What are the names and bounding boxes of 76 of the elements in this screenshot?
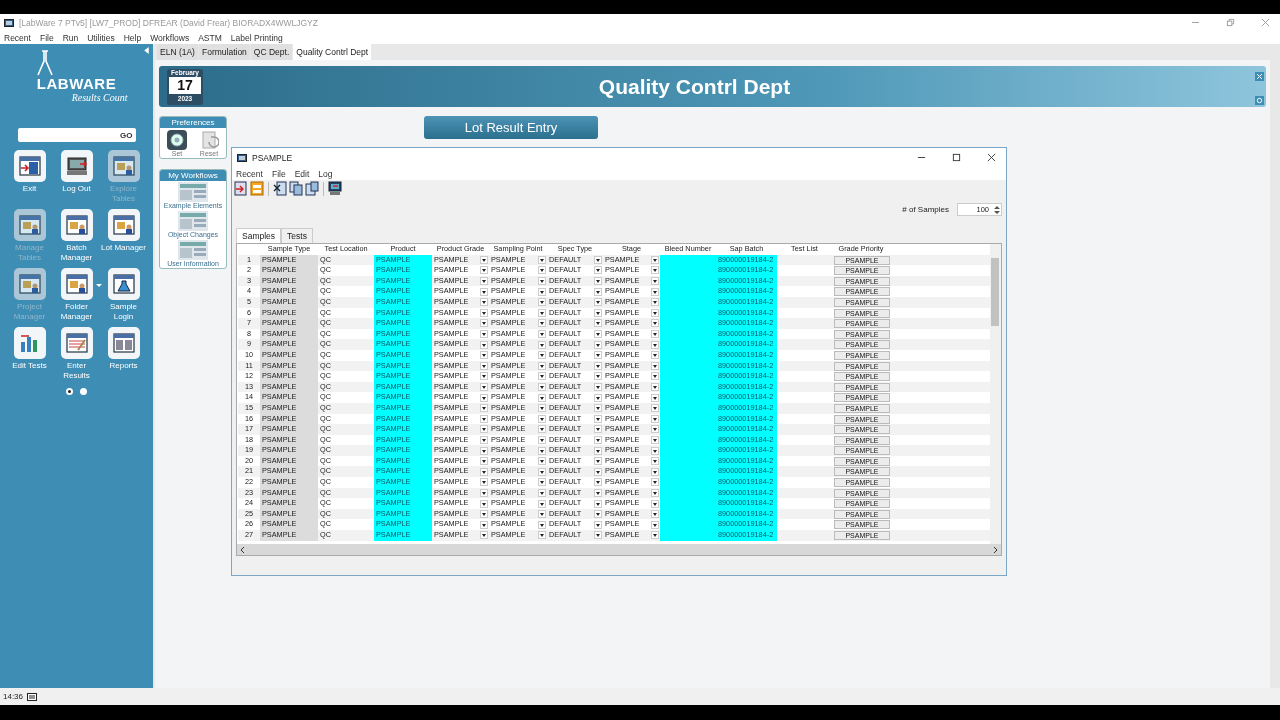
page-dot[interactable] — [80, 388, 87, 395]
tab[interactable]: Formulation — [198, 44, 250, 60]
panel-title: My Workflows — [160, 170, 226, 181]
computer-icon[interactable] — [328, 181, 342, 196]
window-icon — [16, 271, 43, 297]
launcher-button[interactable]: Sample Login — [100, 268, 147, 323]
menu-item[interactable]: Edit — [294, 168, 310, 179]
document-icon — [199, 130, 219, 150]
logo-title: LABWARE — [36, 76, 117, 92]
panel-title: Preferences — [160, 117, 226, 128]
spinner-icon[interactable] — [994, 205, 1000, 215]
tab[interactable]: Tests — [281, 228, 313, 243]
status-time: 14:36 — [3, 692, 24, 701]
samples-count-label: # of Samples — [902, 205, 949, 214]
page-title: Quality Contrl Dept — [597, 74, 792, 99]
menu-item[interactable]: File — [271, 168, 286, 179]
menu-item[interactable]: Label Printing — [230, 32, 283, 43]
dialog-title: PSAMPLE — [252, 152, 294, 163]
horizontal-scrollbar[interactable] — [237, 544, 1001, 555]
launcher-button[interactable]: Batch Manager — [53, 209, 100, 264]
app-icon — [237, 152, 247, 163]
menu-item[interactable]: ASTM — [198, 32, 222, 43]
exit-icon[interactable] — [234, 181, 248, 196]
window-icon — [110, 212, 137, 238]
launcher-button[interactable]: Exit — [6, 150, 53, 205]
collapse-icon[interactable] — [143, 46, 150, 55]
launcher-button[interactable]: Log Out — [53, 150, 100, 205]
thumbnail-icon — [178, 182, 208, 202]
launcher-button[interactable]: Folder Manager — [53, 268, 100, 323]
circle-icon[interactable] — [1255, 96, 1264, 105]
launcher-button[interactable]: Enter Results — [53, 327, 100, 382]
copy-icon[interactable] — [289, 181, 303, 196]
window-icon — [63, 212, 90, 238]
window-icon — [16, 212, 43, 238]
menu-item[interactable]: Utilities — [87, 32, 115, 43]
launcher-button[interactable]: Lot Manager — [100, 209, 147, 264]
tab[interactable]: ELN (1A) — [157, 44, 198, 60]
menu-item[interactable]: Help — [123, 32, 142, 43]
restore-icon[interactable] — [1225, 18, 1235, 27]
menu-item[interactable]: File — [39, 32, 54, 43]
logo-subtitle: Results Count — [71, 92, 128, 103]
launcher-button[interactable]: Reports — [100, 327, 147, 382]
tab[interactable]: Quality Contrl Dept — [293, 44, 372, 60]
menu-item[interactable]: Workflows — [150, 32, 190, 43]
thumbnail-icon — [178, 240, 208, 260]
calendar-day: 17 — [169, 76, 201, 94]
app-icon — [4, 17, 14, 28]
vertical-scrollbar[interactable] — [990, 244, 1001, 544]
cut-icon[interactable] — [273, 181, 287, 196]
menu-item[interactable]: Run — [62, 32, 79, 43]
close-icon[interactable] — [986, 153, 996, 162]
window-icon — [63, 271, 90, 297]
menu-item[interactable]: Recent — [236, 168, 263, 179]
form-icon[interactable] — [250, 181, 264, 196]
paste-icon[interactable] — [305, 181, 319, 196]
menu-item[interactable]: Recent — [4, 32, 31, 43]
thumbnail-icon — [178, 211, 208, 231]
menu-item[interactable]: Log — [318, 168, 333, 179]
window-icon — [110, 153, 137, 179]
tab[interactable]: QC Dept. — [250, 44, 293, 60]
lot-result-entry-button[interactable]: Lot Result Entry — [424, 116, 598, 139]
keyboard-icon — [27, 691, 38, 702]
tab[interactable]: Samples — [236, 228, 282, 243]
flask-icon — [110, 271, 137, 297]
launcher-button[interactable]: Edit Tests — [6, 327, 53, 382]
search-field[interactable]: GO — [17, 128, 136, 142]
caret-icon[interactable] — [95, 283, 102, 288]
grid-icon — [63, 330, 90, 356]
target-icon — [167, 130, 187, 150]
grid-icon — [110, 330, 137, 356]
go-button[interactable]: GO — [117, 130, 136, 140]
maximize-icon[interactable] — [951, 153, 961, 162]
door-icon — [16, 153, 43, 179]
flask-logo-icon — [35, 50, 56, 76]
window-title: [LabWare 7 PTv5] [LW7_PROD] DFREAR (David Frear) BIORADX4WWLJGYZ — [19, 17, 319, 28]
page-dot[interactable] — [66, 388, 73, 395]
